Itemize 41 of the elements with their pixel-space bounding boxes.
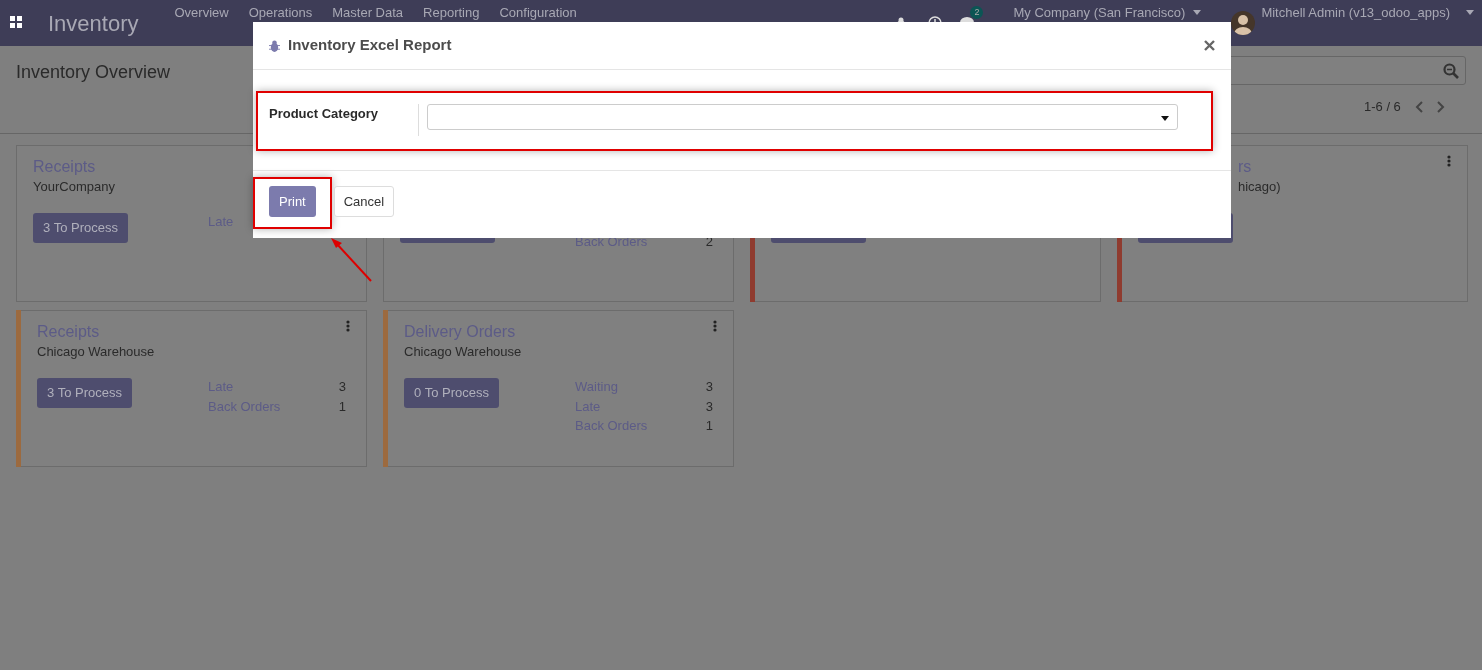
card-subtitle: YourCompany xyxy=(33,179,115,194)
card-subtitle: Chicago Warehouse xyxy=(37,344,155,359)
card-subtitle: hicago) xyxy=(1238,179,1281,194)
stat-count: 3 xyxy=(705,397,713,416)
field-label: Product Category xyxy=(269,104,419,136)
select-field[interactable] xyxy=(427,104,1178,130)
caret-icon xyxy=(1161,116,1169,121)
next-icon[interactable] xyxy=(1436,100,1445,113)
cancel-button[interactable]: Cancel xyxy=(333,186,395,217)
print-button[interactable]: Print xyxy=(269,186,316,217)
more-options-icon[interactable] xyxy=(713,320,717,332)
stat-count: 1 xyxy=(338,397,346,416)
more-options-icon[interactable] xyxy=(346,320,350,332)
stat-count: 3 xyxy=(338,378,346,396)
caret-icon xyxy=(1466,10,1474,15)
annotation-arrow xyxy=(328,236,374,284)
menu-item[interactable]: Reporting xyxy=(423,0,480,20)
avatar[interactable] xyxy=(1231,11,1256,35)
pager-value: 1-6 / 6 xyxy=(1364,98,1401,116)
apps-menu-icon[interactable] xyxy=(10,16,22,28)
message-count-badge: 2 xyxy=(970,6,984,19)
app-title: Inventory xyxy=(48,9,139,38)
search-icon[interactable] xyxy=(1443,63,1459,79)
bug-icon xyxy=(269,39,280,52)
company-switcher[interactable]: My Company (San Francisco) xyxy=(1013,0,1202,20)
dialog-title: Inventory Excel Report xyxy=(288,35,452,56)
stat-count: 3 xyxy=(705,378,713,396)
user-menu[interactable]: Mitchell Admin (v13_odoo_apps) xyxy=(1261,0,1474,20)
menu-item[interactable]: Overview xyxy=(174,0,229,20)
caret-icon xyxy=(1193,10,1202,15)
process-button[interactable]: 3 To Process xyxy=(33,213,128,243)
process-button[interactable]: 3 To Process xyxy=(37,378,132,408)
card-subtitle: Chicago Warehouse xyxy=(404,344,522,359)
previous-icon[interactable] xyxy=(1414,100,1423,113)
stat-count: 1 xyxy=(705,417,713,435)
menu-item[interactable]: Configuration xyxy=(499,0,577,20)
process-button[interactable]: 0 To Process xyxy=(404,378,499,408)
more-options-icon[interactable] xyxy=(1447,155,1451,167)
close-button[interactable] xyxy=(1204,40,1215,51)
menu-item[interactable]: Master Data xyxy=(332,0,404,20)
menu-item[interactable]: Operations xyxy=(248,0,313,20)
